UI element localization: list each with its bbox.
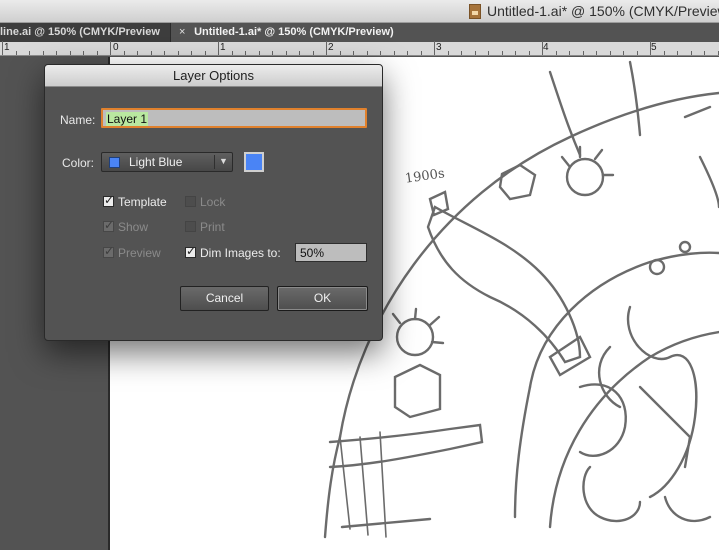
ruler-tick	[2, 41, 3, 55]
ruler-tick	[205, 51, 206, 55]
dropdown-divider	[214, 155, 215, 169]
ruler-tick	[407, 51, 408, 55]
color-label: Color:	[62, 156, 95, 170]
ruler-tick	[704, 51, 705, 55]
ruler-tick	[583, 51, 584, 55]
layer-options-dialog: Layer Options Name: Layer 1 Color: Light…	[44, 64, 383, 341]
lock-label: Lock	[200, 195, 226, 209]
ruler-tick	[178, 51, 179, 55]
ruler-tick	[232, 51, 233, 55]
color-dropdown-value: Light Blue	[129, 155, 183, 169]
ruler-tick	[394, 51, 395, 55]
ok-button[interactable]: OK	[277, 286, 368, 311]
ruler-tick	[448, 51, 449, 55]
ruler-tick	[367, 51, 368, 55]
ruler-tick	[124, 51, 125, 55]
show-checkbox	[103, 218, 114, 232]
ruler-tick	[569, 51, 570, 55]
ruler-tick	[488, 51, 489, 55]
ruler-tick	[191, 51, 192, 55]
ruler-tick	[529, 51, 530, 55]
ruler-tick	[164, 51, 165, 55]
window-titlebar: Untitled-1.ai* @ 150% (CMYK/Preview	[0, 0, 719, 23]
illustrator-file-icon	[469, 4, 481, 19]
template-label[interactable]: Template	[118, 195, 167, 209]
ruler-label: 2	[328, 42, 334, 53]
ruler-tick	[475, 51, 476, 55]
ruler-tick	[70, 51, 71, 55]
ruler-tick	[16, 51, 17, 55]
layer-name-value: Layer 1	[106, 112, 149, 126]
ruler-tick	[97, 51, 98, 55]
ruler-tick	[340, 51, 341, 55]
ruler-label: 1	[4, 42, 10, 53]
ruler-label: 4	[543, 42, 549, 53]
window-title: Untitled-1.ai* @ 150% (CMYK/Preview	[487, 3, 719, 19]
ruler-tick	[637, 51, 638, 55]
ruler-tick	[43, 51, 44, 55]
ruler-tick	[299, 51, 300, 55]
name-label: Name:	[60, 113, 96, 127]
ruler-tick	[421, 51, 422, 55]
ruler-tick	[326, 41, 327, 55]
print-checkbox	[185, 221, 196, 232]
ruler-tick	[556, 51, 557, 55]
ruler-tick	[245, 51, 246, 55]
ruler-tick	[677, 51, 678, 55]
ruler-tick	[151, 51, 152, 55]
dim-images-input[interactable]: 50%	[295, 243, 367, 262]
dim-images-value: 50%	[300, 246, 325, 260]
ruler-tick	[218, 41, 219, 55]
dialog-title: Layer Options	[173, 68, 254, 83]
chevron-down-icon: ▼	[219, 156, 228, 166]
ruler-label: 3	[436, 42, 442, 53]
tab-label: Untitled-1.ai* @ 150% (CMYK/Preview)	[194, 26, 394, 38]
ruler-tick	[461, 51, 462, 55]
ruler-label: 1	[220, 42, 226, 53]
ruler-tick	[434, 41, 435, 55]
preview-checkbox	[103, 244, 114, 258]
tab-label: line.ai @ 150% (CMYK/Preview	[0, 26, 160, 38]
document-tabs: line.ai @ 150% (CMYK/Preview × Untitled-…	[0, 23, 719, 42]
preview-label: Preview	[118, 246, 161, 260]
ruler-tick	[691, 51, 692, 55]
ruler-tick	[137, 51, 138, 55]
ruler-tick	[313, 51, 314, 55]
ruler-tick	[502, 51, 503, 55]
show-label: Show	[118, 220, 149, 234]
ruler-tick	[56, 51, 57, 55]
ruler-tick	[83, 51, 84, 55]
dim-images-checkbox[interactable]	[185, 244, 196, 258]
horizontal-ruler[interactable]: 1 0 1 2 3 4 5	[0, 41, 719, 56]
ruler-label: 0	[113, 42, 119, 53]
print-label: Print	[200, 220, 225, 234]
ruler-tick	[286, 51, 287, 55]
ruler-tick	[664, 51, 665, 55]
close-icon[interactable]: ×	[179, 23, 191, 42]
tab-untitled-1[interactable]: × Untitled-1.ai* @ 150% (CMYK/Preview)	[171, 23, 719, 42]
ruler-label: 5	[651, 42, 657, 53]
ruler-tick	[596, 51, 597, 55]
ruler-tick	[272, 51, 273, 55]
ruler-tick	[380, 51, 381, 55]
ruler-tick	[623, 51, 624, 55]
color-chip-button[interactable]	[244, 152, 264, 172]
ruler-tick	[610, 51, 611, 55]
layer-name-input[interactable]: Layer 1	[101, 108, 367, 128]
color-dropdown[interactable]: Light Blue ▼	[101, 152, 233, 172]
ruler-tick	[110, 41, 111, 55]
ruler-tick	[515, 51, 516, 55]
ruler-tick	[542, 41, 543, 55]
ruler-tick	[29, 51, 30, 55]
color-swatch-icon	[109, 157, 120, 168]
dim-images-label[interactable]: Dim Images to:	[200, 246, 281, 260]
ruler-tick	[650, 41, 651, 55]
ruler-tick	[259, 51, 260, 55]
lock-checkbox	[185, 196, 196, 207]
cancel-button[interactable]: Cancel	[180, 286, 269, 311]
ruler-tick	[353, 51, 354, 55]
template-checkbox[interactable]	[103, 193, 114, 207]
tab-line-document[interactable]: line.ai @ 150% (CMYK/Preview	[0, 23, 170, 42]
dialog-titlebar[interactable]: Layer Options	[45, 65, 382, 87]
